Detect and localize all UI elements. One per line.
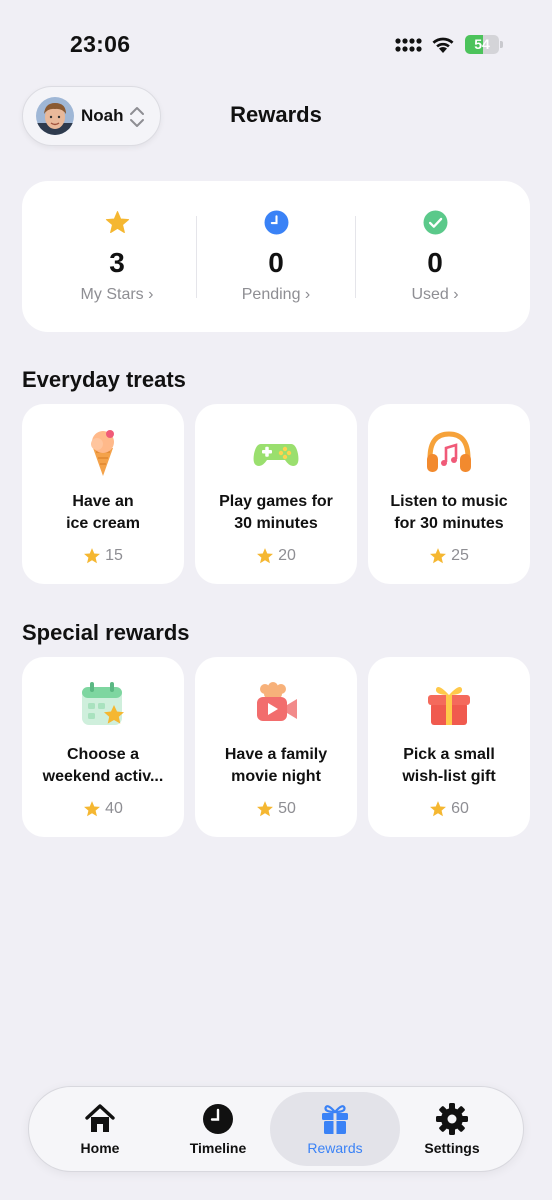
star-icon [105, 211, 130, 234]
reward-cost-value: 60 [451, 800, 469, 817]
star-icon [84, 801, 101, 817]
gamepad-icon [253, 444, 299, 466]
star-icon [257, 548, 274, 564]
star-icon [84, 548, 101, 564]
movie-camera-icon [257, 682, 297, 721]
reward-card-movie[interactable]: Have a family movie night 50 [195, 657, 357, 837]
clock-icon [203, 1104, 233, 1134]
reward-title: Choose a weekend activ... [42, 746, 164, 785]
stat-label: Used › [411, 286, 459, 303]
reward-cost-value: 40 [105, 800, 123, 817]
star-icon [430, 548, 447, 564]
stat-value: 0 [268, 247, 284, 278]
reward-cost-value: 15 [105, 547, 123, 564]
status-bar: 23:06 54 [0, 0, 552, 80]
battery-level: 54 [474, 36, 490, 52]
battery-icon: 54 [465, 35, 503, 54]
stars-summary-card: 3 My Stars › 0 Pending › 0 Used › [22, 181, 530, 332]
section-title-special: Special rewards [22, 620, 190, 645]
tab-settings[interactable]: Settings [387, 1092, 517, 1166]
reward-title: Have an ice cream [66, 493, 140, 532]
gift-icon [322, 1105, 348, 1134]
clock-icon [264, 210, 289, 235]
stat-value: 0 [427, 247, 443, 278]
reward-cost-value: 20 [278, 547, 296, 564]
ice-cream-icon [91, 430, 114, 476]
tab-bar: Home Timeline Rewards Settings [28, 1086, 524, 1172]
reward-title: Have a family movie night [224, 746, 328, 785]
wifi-icon [432, 37, 454, 53]
star-icon [430, 801, 447, 817]
page-title: Rewards [230, 102, 322, 127]
status-time: 23:06 [70, 31, 131, 57]
headphones-icon [427, 431, 471, 472]
stat-label: Pending › [241, 286, 311, 303]
reward-cost: 20 [195, 547, 357, 565]
tab-label: Timeline [189, 1140, 247, 1156]
tab-label: Home [80, 1140, 120, 1156]
tab-label: Settings [424, 1140, 480, 1156]
reward-card-games[interactable]: Play games for 30 minutes 20 [195, 404, 357, 584]
reward-cost: 60 [368, 800, 530, 818]
reward-card-gift[interactable]: Pick a small wish-list gift 60 [368, 657, 530, 837]
tab-rewards[interactable]: Rewards [270, 1092, 400, 1166]
reward-title: Pick a small wish-list gift [402, 746, 496, 785]
stat-label: My Stars › [80, 286, 154, 303]
cellular-signal-icon [395, 38, 422, 52]
reward-title: Listen to music for 30 minutes [390, 493, 508, 532]
reward-cost-value: 25 [451, 547, 469, 564]
reward-cost: 25 [368, 547, 530, 565]
gear-icon [436, 1103, 468, 1135]
reward-title: Play games for 30 minutes [219, 493, 333, 532]
check-circle-icon [423, 210, 448, 235]
gift-icon [428, 687, 470, 725]
star-icon [257, 801, 274, 817]
reward-card-ice-cream[interactable]: Have an ice cream 15 [22, 404, 184, 584]
reward-cost-value: 50 [278, 800, 296, 817]
calendar-star-icon [82, 682, 124, 725]
reward-card-music[interactable]: Listen to music for 30 minutes 25 [368, 404, 530, 584]
stat-pending[interactable]: 0 Pending › [197, 181, 355, 332]
stat-used[interactable]: 0 Used › [356, 181, 514, 332]
stat-my-stars[interactable]: 3 My Stars › [38, 181, 196, 332]
tab-label: Rewards [307, 1140, 363, 1156]
section-title-everyday: Everyday treats [22, 367, 186, 392]
reward-cost: 15 [22, 547, 184, 565]
tab-timeline[interactable]: Timeline [153, 1092, 283, 1166]
home-icon [85, 1104, 115, 1132]
reward-card-weekend[interactable]: Choose a weekend activ... 40 [22, 657, 184, 837]
stat-value: 3 [109, 247, 125, 278]
reward-cost: 50 [195, 800, 357, 818]
tab-home[interactable]: Home [35, 1092, 165, 1166]
reward-cost: 40 [22, 800, 184, 818]
